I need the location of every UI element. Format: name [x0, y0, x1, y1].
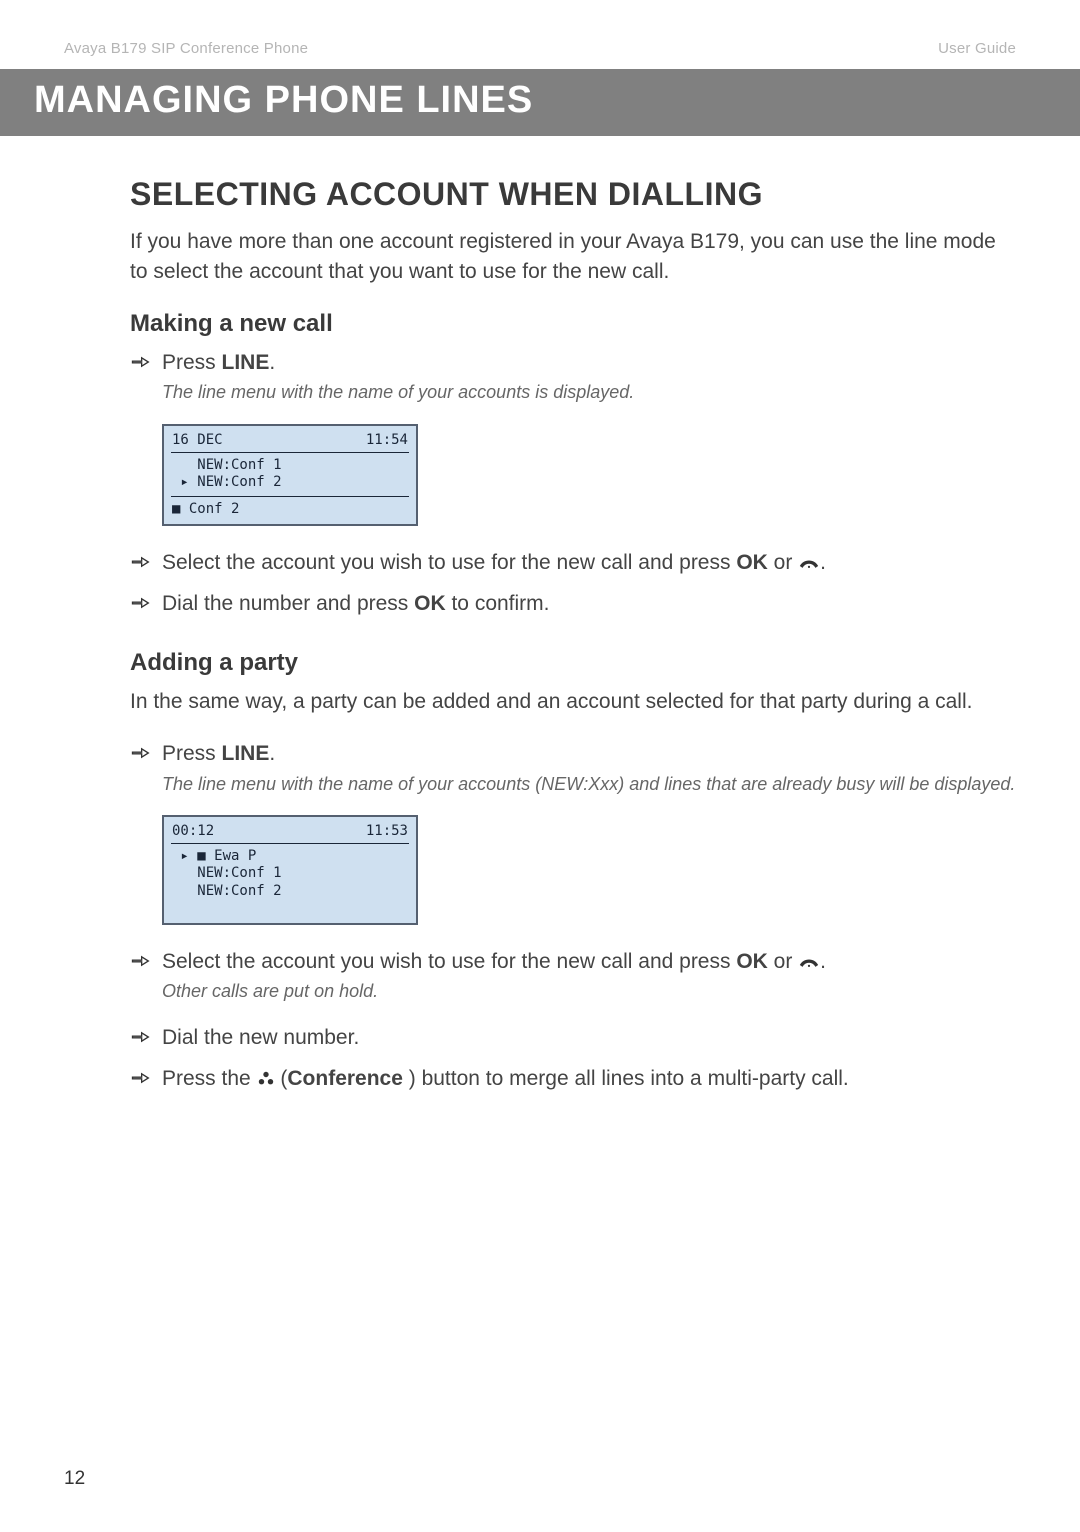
- step-note: Other calls are put on hold.: [162, 979, 1016, 1004]
- lcd-line: ▸ ■ Ewa P: [172, 848, 408, 866]
- step-dial-confirm: Dial the number and press OK to confirm.: [130, 589, 1016, 622]
- text-fragment: (: [275, 1067, 288, 1090]
- action-arrow-icon: [130, 589, 162, 622]
- step-dial-new-number: Dial the new number.: [130, 1023, 1016, 1056]
- lcd-divider: [171, 496, 409, 497]
- action-arrow-icon: [130, 1064, 162, 1097]
- text-fragment: Press: [162, 742, 222, 765]
- section-intro: If you have more than one account regist…: [130, 227, 1016, 288]
- text-fragment: or: [768, 551, 798, 574]
- text-fragment: .: [820, 950, 826, 973]
- lcd-top-row: 16 DEC 11:54: [172, 432, 408, 448]
- lcd-time: 11:54: [366, 432, 408, 448]
- text-fragment: Press the: [162, 1067, 257, 1090]
- action-arrow-icon: [130, 1023, 162, 1056]
- subheading-adding-party: Adding a party: [130, 649, 1016, 677]
- page-number: 12: [64, 1468, 85, 1490]
- lcd-line: NEW:Conf 2: [172, 883, 408, 901]
- text-fragment: or: [768, 950, 798, 973]
- phone-lcd-2: 00:12 11:53 ▸ ■ Ewa P NEW:Conf 1 NEW:Con…: [162, 815, 418, 925]
- offhook-icon: [798, 549, 820, 563]
- doc-title-right: User Guide: [938, 40, 1016, 57]
- action-arrow-icon: [130, 947, 162, 980]
- key-name: LINE: [222, 351, 270, 374]
- phone-lcd-1: 16 DEC 11:54 NEW:Conf 1 ▸ NEW:Conf 2 ■ C…: [162, 424, 418, 527]
- step-select-account-2: Select the account you wish to use for t…: [130, 947, 1016, 1015]
- step-note: The line menu with the name of your acco…: [162, 380, 1016, 405]
- step-text: Press the (Conference ) button to merge …: [162, 1064, 1016, 1094]
- key-name: OK: [414, 592, 446, 615]
- section-heading: SELECTING ACCOUNT WHEN DIALLING: [130, 176, 1016, 213]
- step-text: Select the account you wish to use for t…: [162, 947, 1016, 1015]
- step-text: Press LINE. The line menu with the name …: [162, 348, 1016, 416]
- lcd-line: ▸ NEW:Conf 2: [172, 474, 408, 492]
- lcd-divider: [171, 843, 409, 844]
- lcd-line: NEW:Conf 1: [172, 865, 408, 883]
- key-name: OK: [736, 551, 768, 574]
- text-fragment: .: [820, 551, 826, 574]
- key-name: Conference: [287, 1067, 403, 1090]
- lcd-date: 16 DEC: [172, 432, 223, 448]
- action-arrow-icon: [130, 739, 162, 772]
- step-text: Press LINE. The line menu with the name …: [162, 739, 1016, 807]
- text-fragment: Select the account you wish to use for t…: [162, 950, 736, 973]
- lcd-divider: [171, 452, 409, 453]
- subheading-making-call: Making a new call: [130, 310, 1016, 338]
- section-band: MANAGING PHONE LINES: [0, 69, 1080, 136]
- text-fragment: to confirm.: [446, 592, 550, 615]
- lcd-footer: ■ Conf 2: [172, 501, 408, 519]
- text-fragment: Dial the number and press: [162, 592, 414, 615]
- step-text: Dial the number and press OK to confirm.: [162, 589, 1016, 619]
- step-press-conference: Press the (Conference ) button to merge …: [130, 1064, 1016, 1097]
- step-press-line-2: Press LINE. The line menu with the name …: [130, 739, 1016, 807]
- text-fragment: ) button to merge all lines into a multi…: [403, 1067, 849, 1090]
- text-fragment: .: [269, 742, 275, 765]
- doc-title-left: Avaya B179 SIP Conference Phone: [64, 40, 308, 57]
- step-press-line-1: Press LINE. The line menu with the name …: [130, 348, 1016, 416]
- conference-icon: [257, 1067, 275, 1085]
- lcd-duration: 00:12: [172, 823, 214, 839]
- action-arrow-icon: [130, 548, 162, 581]
- text-fragment: Select the account you wish to use for t…: [162, 551, 736, 574]
- step-text: Select the account you wish to use for t…: [162, 548, 1016, 578]
- text-fragment: .: [269, 351, 275, 374]
- step-note: The line menu with the name of your acco…: [162, 772, 1016, 797]
- offhook-icon: [798, 948, 820, 962]
- doc-header: Avaya B179 SIP Conference Phone User Gui…: [0, 0, 1080, 69]
- key-name: LINE: [222, 742, 270, 765]
- step-text: Dial the new number.: [162, 1023, 1016, 1053]
- text-fragment: Press: [162, 351, 222, 374]
- step-select-account-1: Select the account you wish to use for t…: [130, 548, 1016, 581]
- key-name: OK: [736, 950, 768, 973]
- adding-intro: In the same way, a party can be added an…: [130, 687, 1016, 717]
- lcd-line: NEW:Conf 1: [172, 457, 408, 475]
- page-content: SELECTING ACCOUNT WHEN DIALLING If you h…: [0, 136, 1080, 1097]
- lcd-top-row: 00:12 11:53: [172, 823, 408, 839]
- lcd-time: 11:53: [366, 823, 408, 839]
- action-arrow-icon: [130, 348, 162, 381]
